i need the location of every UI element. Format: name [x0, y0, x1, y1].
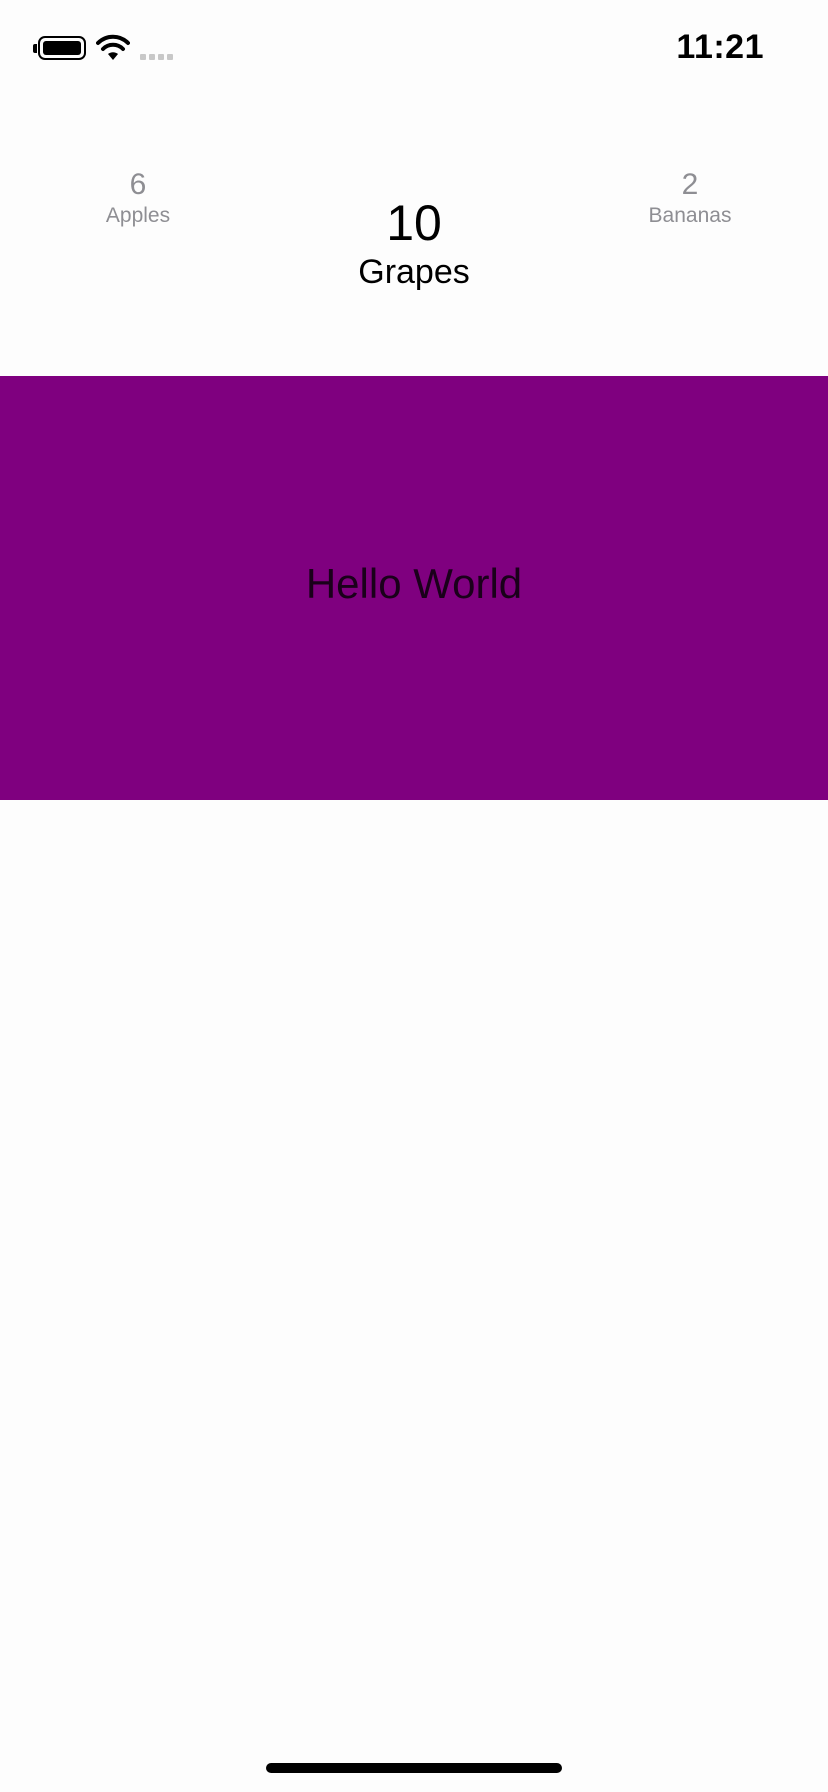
content-panel: Hello World	[0, 376, 828, 800]
battery-level	[43, 41, 81, 55]
battery-full-icon	[38, 36, 86, 60]
grapes-count: 10	[386, 195, 442, 251]
bananas-label: Bananas	[648, 204, 732, 227]
picker-item-bananas[interactable]: 2 Bananas	[649, 168, 732, 230]
bananas-count: 2	[681, 168, 699, 201]
home-indicator[interactable]	[266, 1763, 562, 1773]
status-time: 11:21	[676, 28, 764, 66]
grapes-label: Grapes	[358, 253, 470, 291]
fruit-picker[interactable]: 6 Apples 10 Grapes 2 Bananas	[0, 150, 828, 310]
picker-item-grapes[interactable]: 10 Grapes	[358, 194, 470, 292]
hello-text: Hello World	[305, 560, 523, 607]
apples-count: 6	[129, 168, 147, 201]
wifi-icon	[96, 34, 130, 60]
battery-cap	[33, 44, 37, 53]
app-screen: 11:21 6 Apples 10 Grapes 2 Bananas Hello…	[0, 0, 828, 1792]
status-bar: 11:21	[0, 0, 828, 100]
picker-item-apples[interactable]: 6 Apples	[106, 168, 170, 230]
cellular-signal-icon	[140, 54, 173, 60]
apples-label: Apples	[105, 204, 171, 227]
